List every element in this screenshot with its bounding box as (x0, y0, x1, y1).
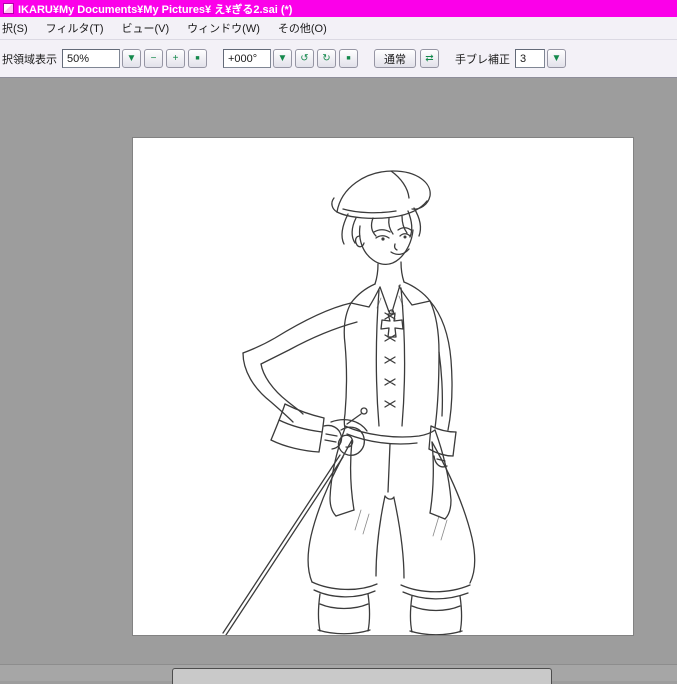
menu-window[interactable]: ウィンドウ(W) (178, 17, 269, 39)
selection-display-label: 択領域表示 (2, 53, 57, 66)
bottom-scrollbar-area (0, 664, 677, 684)
zoom-value-field[interactable]: 50% (62, 49, 120, 68)
angle-reset-button[interactable]: ■ (339, 49, 358, 68)
drawing-canvas[interactable]: Monochrome line-art sketch of a smiling … (133, 138, 633, 635)
sketch-collar-cross (350, 261, 431, 338)
stabilizer-dropdown-button[interactable]: ▼ (547, 49, 566, 68)
sketch-right-arm (428, 300, 457, 468)
zoom-reset-button[interactable]: ■ (188, 49, 207, 68)
rotate-cw-button[interactable]: ↻ (317, 49, 336, 68)
window-title: IKARU¥My Documents¥My Pictures¥ え¥ぎる2.sa… (18, 3, 293, 16)
menu-filter[interactable]: フィルタ(T) (37, 17, 113, 39)
angle-group: +000° ▼ ↺ ↻ ■ (223, 49, 361, 68)
stabilizer-group: 手ブレ補正 3 ▼ (455, 49, 569, 68)
stabilizer-value-field[interactable]: 3 (515, 49, 545, 68)
menu-selection[interactable]: 択(S) (0, 17, 37, 39)
view-normal-button[interactable]: 通常 (374, 49, 416, 68)
zoom-group: 50% ▼ − + ■ (62, 49, 210, 68)
sai-window: IKARU¥My Documents¥My Pictures¥ え¥ぎる2.sa… (0, 0, 677, 684)
menu-view[interactable]: ビュー(V) (113, 17, 179, 39)
zoom-dropdown-button[interactable]: ▼ (122, 49, 141, 68)
character-sketch: Monochrome line-art sketch of a smiling … (222, 170, 476, 635)
canvas-workspace[interactable]: Monochrome line-art sketch of a smiling … (0, 78, 677, 664)
sketch-torso (329, 287, 452, 520)
app-icon (3, 3, 14, 14)
sketch-shading (354, 295, 448, 541)
angle-value-field[interactable]: +000° (223, 49, 271, 68)
rotate-ccw-button[interactable]: ↺ (295, 49, 314, 68)
menu-bar: 択(S) フィルタ(T) ビュー(V) ウィンドウ(W) その他(O) (0, 17, 677, 40)
sketch-hair (341, 207, 421, 245)
zoom-out-button[interactable]: − (144, 49, 163, 68)
zoom-in-button[interactable]: + (166, 49, 185, 68)
horizontal-scrollbar-thumb[interactable] (172, 668, 552, 684)
stabilizer-label: 手ブレ補正 (455, 53, 510, 66)
navigation-toolbar: 択領域表示 50% ▼ − + ■ +000° ▼ ↺ ↻ ■ 通常 ⇄ 手ブレ… (0, 40, 677, 78)
sketch-face (354, 225, 414, 266)
title-bar[interactable]: IKARU¥My Documents¥My Pictures¥ え¥ぎる2.sa… (0, 0, 677, 17)
sketch-left-arm-gauntlet (242, 302, 358, 453)
menu-others[interactable]: その他(O) (269, 17, 336, 39)
flip-horizontal-button[interactable]: ⇄ (420, 49, 439, 68)
view-mode-group: 通常 ⇄ (374, 49, 442, 68)
angle-dropdown-button[interactable]: ▼ (273, 49, 292, 68)
sketch-rapier (222, 407, 368, 635)
